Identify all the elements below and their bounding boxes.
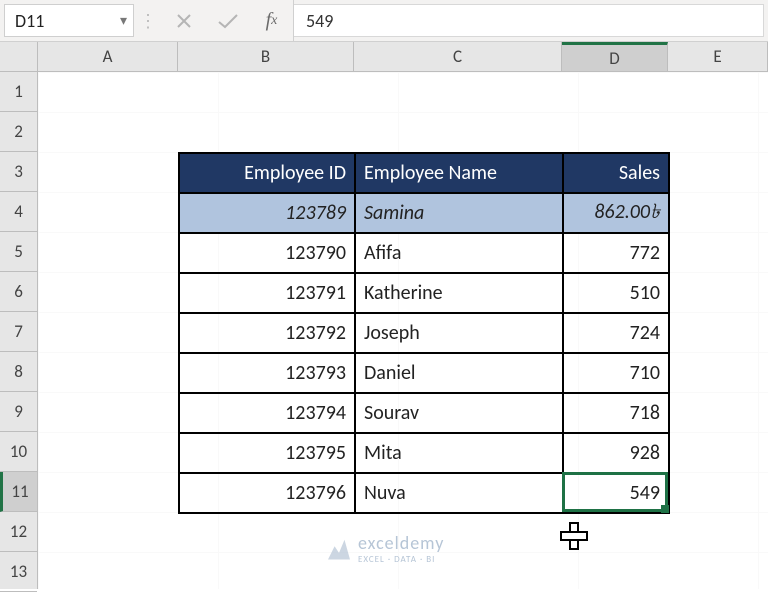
cell-name[interactable]: Daniel — [355, 353, 563, 393]
row-header[interactable]: 3 — [0, 152, 37, 192]
cell-name[interactable]: Sourav — [355, 393, 563, 433]
spreadsheet-grid[interactable]: ABCDE 12345678910111213 Employee ID Empl… — [0, 42, 768, 589]
name-box[interactable]: D11 ▾ — [4, 4, 134, 37]
column-header[interactable]: C — [354, 42, 562, 71]
employee-table: Employee ID Employee Name Sales 123789Sa… — [178, 152, 670, 514]
row-header[interactable]: 9 — [0, 392, 37, 432]
cell-id[interactable]: 123791 — [179, 273, 355, 313]
cells-area[interactable]: Employee ID Employee Name Sales 123789Sa… — [38, 72, 768, 589]
cell-name[interactable]: Nuva — [355, 473, 563, 513]
table-header-row: Employee ID Employee Name Sales — [179, 153, 669, 193]
row-header[interactable]: 12 — [0, 512, 37, 552]
formula-bar: D11 ▾ ⋮ fx 549 — [0, 0, 768, 42]
name-box-value: D11 — [15, 10, 44, 32]
table-row: 123793Daniel710 — [179, 353, 669, 393]
table-row: 123796Nuva549 — [179, 473, 669, 513]
row-header[interactable]: 6 — [0, 272, 37, 312]
watermark: exceldemy EXCEL · DATA · BI — [328, 532, 444, 565]
row-header[interactable]: 7 — [0, 312, 37, 352]
column-header[interactable]: D — [562, 42, 668, 71]
cell-sales[interactable]: 772 — [563, 233, 669, 273]
cell-sales[interactable]: 718 — [563, 393, 669, 433]
watermark-subtext: EXCEL · DATA · BI — [358, 554, 444, 565]
col-header-employee-name[interactable]: Employee Name — [355, 153, 563, 193]
table-row: 123790Afifa772 — [179, 233, 669, 273]
select-all-corner[interactable] — [0, 42, 38, 72]
table-row: 123789Samina862.00৳ — [179, 193, 669, 233]
chevron-down-icon[interactable]: ▾ — [120, 12, 127, 29]
row-header[interactable]: 11 — [0, 472, 37, 512]
col-header-sales[interactable]: Sales — [563, 153, 669, 193]
row-headers[interactable]: 12345678910111213 — [0, 72, 38, 589]
formula-value: 549 — [306, 10, 333, 32]
watermark-logo-icon — [328, 538, 350, 560]
cell-sales[interactable]: 724 — [563, 313, 669, 353]
confirm-icon[interactable] — [206, 0, 250, 41]
formula-input[interactable]: 549 — [294, 4, 764, 37]
cell-sales[interactable]: 510 — [563, 273, 669, 313]
row-header[interactable]: 1 — [0, 72, 37, 112]
cell-sales[interactable]: 928 — [563, 433, 669, 473]
row-header[interactable]: 8 — [0, 352, 37, 392]
cell-name[interactable]: Mita — [355, 433, 563, 473]
cell-sales[interactable]: 710 — [563, 353, 669, 393]
row-header[interactable]: 5 — [0, 232, 37, 272]
fx-icon[interactable]: fx — [250, 0, 294, 41]
watermark-text: exceldemy — [358, 532, 444, 554]
row-header[interactable]: 13 — [0, 552, 37, 592]
cell-name[interactable]: Afifa — [355, 233, 563, 273]
column-header[interactable]: E — [668, 42, 768, 71]
row-header[interactable]: 2 — [0, 112, 37, 152]
table-row: 123792Joseph724 — [179, 313, 669, 353]
column-header[interactable]: B — [178, 42, 354, 71]
cell-name[interactable]: Samina — [355, 193, 563, 233]
column-header[interactable]: A — [38, 42, 178, 71]
col-header-employee-id[interactable]: Employee ID — [179, 153, 355, 193]
cell-sales[interactable]: 862.00৳ — [563, 193, 669, 233]
row-header[interactable]: 10 — [0, 432, 37, 472]
cell-id[interactable]: 123790 — [179, 233, 355, 273]
cell-sales[interactable]: 549 — [563, 473, 669, 513]
row-header[interactable]: 4 — [0, 192, 37, 232]
table-row: 123791Katherine510 — [179, 273, 669, 313]
cell-id[interactable]: 123796 — [179, 473, 355, 513]
cell-id[interactable]: 123793 — [179, 353, 355, 393]
table-row: 123794Sourav718 — [179, 393, 669, 433]
cell-id[interactable]: 123792 — [179, 313, 355, 353]
table-row: 123795Mita928 — [179, 433, 669, 473]
cell-id[interactable]: 123794 — [179, 393, 355, 433]
cell-id[interactable]: 123789 — [179, 193, 355, 233]
cell-name[interactable]: Katherine — [355, 273, 563, 313]
column-headers[interactable]: ABCDE — [38, 42, 768, 72]
cell-id[interactable]: 123795 — [179, 433, 355, 473]
separator-icon: ⋮ — [134, 0, 162, 41]
cell-name[interactable]: Joseph — [355, 313, 563, 353]
cancel-icon[interactable] — [162, 0, 206, 41]
excel-cursor-icon — [560, 522, 586, 548]
